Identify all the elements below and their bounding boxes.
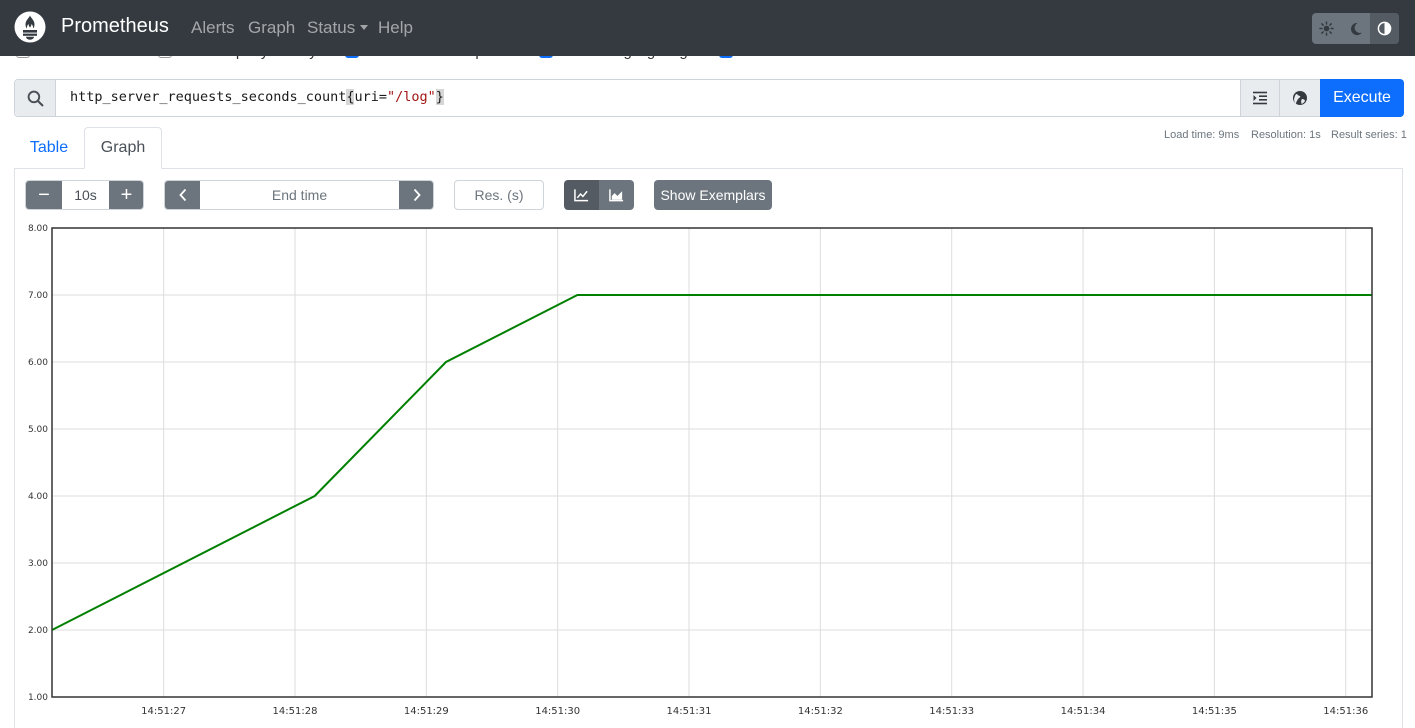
nav-help[interactable]: Help bbox=[378, 18, 413, 38]
area-chart-icon bbox=[609, 189, 624, 202]
search-icon-container bbox=[15, 80, 56, 116]
end-time-input-group: End time bbox=[164, 180, 434, 210]
tab-graph[interactable]: Graph bbox=[84, 127, 162, 169]
metrics-explorer-button[interactable] bbox=[1279, 80, 1320, 116]
next-time-button[interactable] bbox=[399, 181, 433, 209]
nav-status-dropdown[interactable]: Status bbox=[307, 18, 369, 38]
moon-icon bbox=[1350, 22, 1362, 35]
nav-alerts[interactable]: Alerts bbox=[191, 18, 234, 38]
prometheus-logo-icon[interactable] bbox=[14, 11, 46, 43]
tab-table[interactable]: Table bbox=[14, 127, 84, 168]
brand-name[interactable]: Prometheus bbox=[61, 15, 169, 38]
indent-icon bbox=[1253, 91, 1267, 105]
chevron-left-icon bbox=[178, 188, 186, 202]
line-chart-icon bbox=[574, 189, 589, 202]
query-metric: http_server_requests_seconds_count bbox=[70, 89, 347, 105]
execute-button[interactable]: Execute bbox=[1320, 79, 1404, 117]
nav-status-label: Status bbox=[307, 18, 356, 37]
range-input[interactable]: 10s bbox=[62, 181, 109, 209]
resolution: Resolution: 1s bbox=[1251, 129, 1321, 141]
unstacked-line-button[interactable] bbox=[564, 180, 599, 210]
increase-range-button[interactable]: + bbox=[109, 181, 143, 209]
theme-auto-button[interactable] bbox=[1370, 13, 1399, 44]
sun-icon bbox=[1319, 21, 1334, 36]
chevron-right-icon bbox=[413, 188, 421, 202]
previous-time-button[interactable] bbox=[165, 181, 200, 209]
navbar: Prometheus Alerts Graph Status Help bbox=[0, 0, 1415, 56]
theme-light-button[interactable] bbox=[1312, 13, 1341, 44]
range-input-group: − 10s + bbox=[25, 180, 144, 210]
decrease-range-button[interactable]: − bbox=[26, 181, 62, 209]
plus-icon: + bbox=[120, 183, 133, 206]
result-series: Result series: 1 bbox=[1331, 129, 1407, 141]
format-expression-button[interactable] bbox=[1240, 80, 1279, 116]
nav-graph[interactable]: Graph bbox=[248, 18, 295, 38]
query-label-name: uri bbox=[354, 89, 379, 105]
theme-dark-button[interactable] bbox=[1341, 13, 1370, 44]
query-label-op: = bbox=[378, 89, 388, 105]
search-icon bbox=[27, 90, 43, 106]
caret-down-icon bbox=[360, 25, 369, 30]
load-time: Load time: 9ms bbox=[1164, 129, 1240, 141]
theme-toggle-group bbox=[1312, 13, 1399, 44]
stacked-area-button[interactable] bbox=[599, 180, 634, 210]
expression-editor[interactable]: http_server_requests_seconds_count{uri="… bbox=[70, 89, 444, 105]
minus-icon: − bbox=[38, 183, 50, 206]
contrast-icon bbox=[1377, 21, 1392, 36]
show-exemplars-button[interactable]: Show Exemplars bbox=[654, 180, 772, 210]
graph-panel bbox=[14, 168, 1403, 728]
expression-input-group: http_server_requests_seconds_count{uri="… bbox=[14, 79, 1404, 117]
chart-type-group bbox=[564, 180, 634, 210]
globe-icon bbox=[1293, 91, 1307, 105]
query-close-brace: } bbox=[435, 89, 444, 105]
end-time-input[interactable]: End time bbox=[200, 181, 399, 209]
query-label-value: "/log" bbox=[387, 89, 436, 105]
resolution-input[interactable]: Res. (s) bbox=[454, 180, 544, 210]
